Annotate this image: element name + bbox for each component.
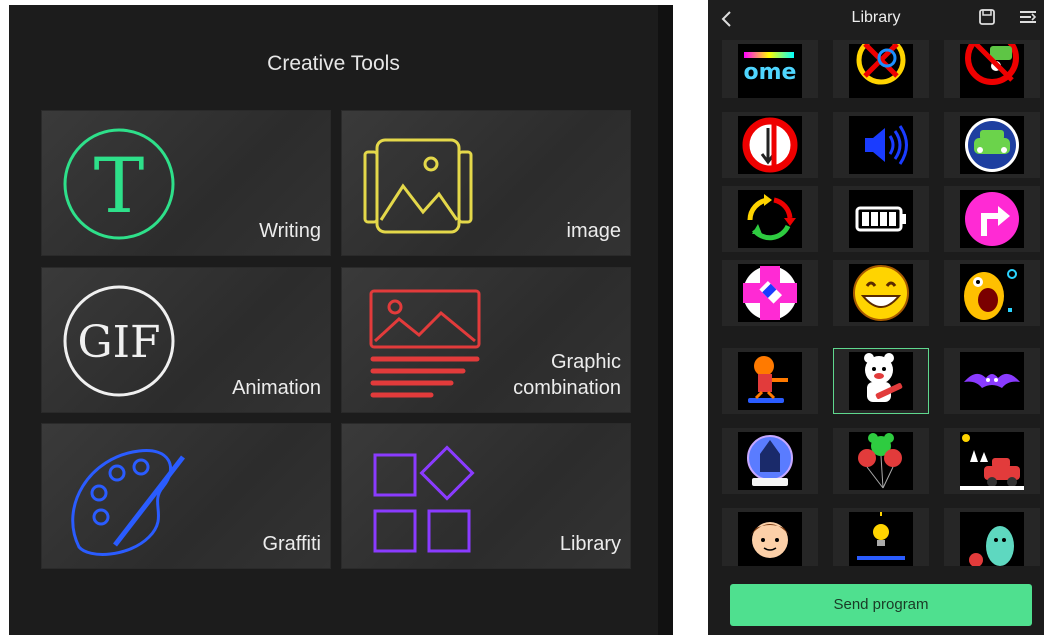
menu-icon[interactable] [1018, 9, 1038, 25]
svg-text:GIF: GIF [77, 317, 160, 368]
car-front-sign [960, 116, 1024, 174]
library-item[interactable] [722, 508, 818, 566]
tile-label: Graffiti [262, 533, 321, 555]
send-program-button[interactable]: Send program [730, 584, 1032, 626]
library-item[interactable] [833, 186, 929, 252]
orange-skater [738, 352, 802, 410]
recycle-arrows [738, 190, 802, 248]
castle-snow-globe [738, 432, 802, 490]
grinning-emoji [849, 264, 913, 322]
page-title: Creative Tools [267, 52, 400, 75]
panel-divider [658, 5, 673, 635]
first-aid-cross [738, 264, 802, 322]
library-item[interactable] [722, 348, 818, 414]
tile-label: Writing [259, 220, 321, 242]
tile-graphic-combination[interactable]: Graphic combination [341, 267, 631, 413]
red-car-scene [960, 432, 1024, 490]
letter-t-icon: T [63, 128, 175, 240]
graphic-combination-icon [369, 289, 481, 398]
purple-bat [960, 352, 1024, 410]
no-down-arrow-sign [738, 116, 802, 174]
tile-label: Animation [232, 377, 321, 399]
library-panel: Library ome Send program [708, 0, 1044, 635]
library-item[interactable] [944, 348, 1040, 414]
library-item[interactable] [944, 508, 1040, 566]
library-item[interactable] [944, 112, 1040, 178]
library-item[interactable] [833, 260, 929, 326]
green-creature [960, 512, 1024, 566]
tile-library[interactable]: Library [341, 423, 631, 569]
shapes-icon [373, 445, 475, 553]
creative-tools-panel: Creative Tools T Writing image GIF Anima… [9, 5, 658, 635]
bear-with-guitar [849, 352, 913, 410]
light-bulb [849, 512, 913, 566]
library-item[interactable] [722, 112, 818, 178]
tile-writing[interactable]: T Writing [41, 110, 331, 256]
speaker-sign [849, 116, 913, 174]
library-item[interactable] [833, 112, 929, 178]
library-header: Library [708, 0, 1044, 40]
cartoon-boy [738, 512, 802, 566]
palette-icon [71, 449, 185, 556]
library-item[interactable] [833, 508, 929, 566]
library-item[interactable] [944, 186, 1040, 252]
battery [849, 190, 913, 248]
library-item[interactable]: ome [722, 40, 818, 98]
library-item[interactable] [722, 186, 818, 252]
tile-image[interactable]: image [341, 110, 631, 256]
tile-label: Library [559, 533, 621, 555]
gif-icon: GIF [63, 285, 175, 397]
turn-right-sign [960, 190, 1024, 248]
library-item[interactable] [722, 428, 818, 494]
tile-label: image [566, 220, 621, 242]
library-item[interactable] [944, 40, 1040, 98]
no-car-sign [960, 44, 1024, 98]
no-cycling-sign [849, 44, 913, 98]
library-item[interactable] [833, 428, 929, 494]
welcome-text-clip: ome [738, 44, 802, 98]
library-item[interactable] [833, 40, 929, 98]
tile-label: Graphic combination [513, 351, 621, 399]
library-item[interactable] [944, 260, 1040, 326]
svg-text:T: T [94, 141, 145, 230]
mickey-balloons [849, 432, 913, 490]
library-item[interactable] [944, 428, 1040, 494]
tile-animation[interactable]: GIF Animation [41, 267, 331, 413]
tile-graffiti[interactable]: Graffiti [41, 423, 331, 569]
save-icon[interactable] [978, 8, 996, 26]
yellow-monster [960, 264, 1024, 322]
library-item-selected[interactable] [833, 348, 929, 414]
image-icon [363, 138, 473, 234]
library-item[interactable] [722, 260, 818, 326]
